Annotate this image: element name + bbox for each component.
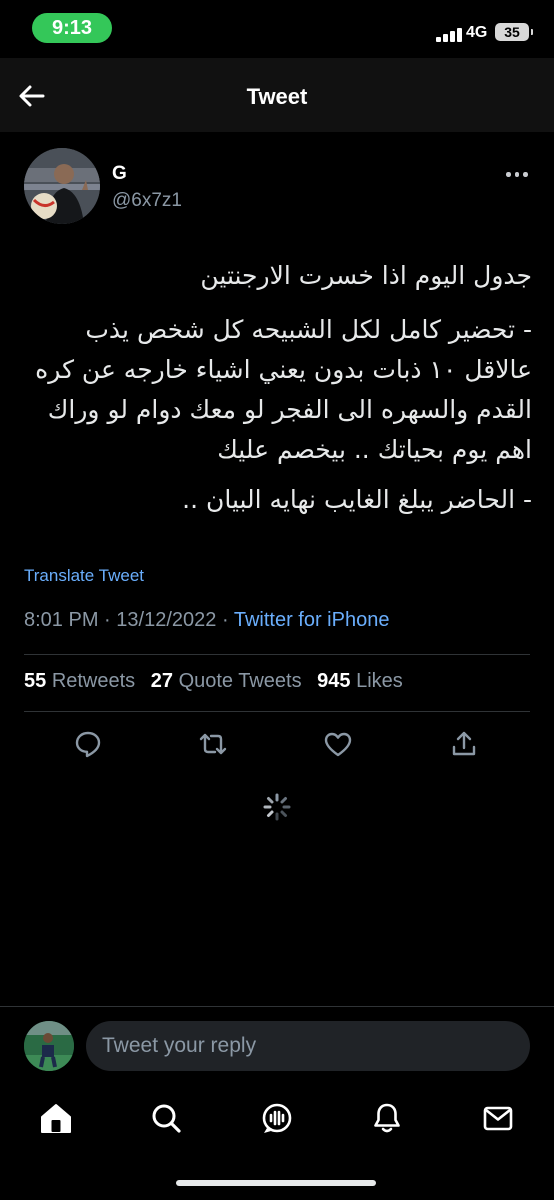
author-name[interactable]: G (112, 163, 127, 185)
status-time: 9:13 (32, 13, 112, 43)
messages-icon (483, 1106, 513, 1131)
meta-separator: · (104, 609, 111, 631)
retweet-icon (199, 733, 227, 755)
status-bar: 9:13 4G 35 (0, 0, 554, 58)
battery-level: 35 (504, 24, 520, 40)
battery-icon: 35 (495, 23, 533, 41)
divider (24, 654, 530, 655)
cellular-signal-icon (436, 26, 464, 42)
more-icon-dot (514, 172, 519, 177)
meta-separator: · (221, 609, 229, 631)
tab-notifications[interactable] (369, 1100, 405, 1136)
tweet-paragraph: - الحاضر يبلغ الغايب نهايه البيان .. (182, 485, 532, 514)
tweet-actions (0, 724, 554, 764)
reply-bar (0, 1006, 554, 1086)
quote-tweets-stat[interactable]: 27 Quote Tweets (151, 670, 302, 692)
page-title: Tweet (246, 84, 308, 109)
tweet-paragraph: - تحضير كامل لكل الشبيحه كل شخص يذب عالا… (35, 315, 532, 464)
quotes-label: Quote Tweets (178, 670, 302, 692)
likes-label: Likes (356, 670, 403, 692)
retweets-count: 55 (24, 670, 47, 692)
author-handle[interactable]: @6x7z1 (112, 190, 182, 212)
user-avatar-photo (24, 1021, 74, 1071)
like-icon (324, 732, 352, 757)
tweet-text: جدول اليوم اذا خسرت الارجنتين - تحضير كا… (22, 256, 532, 520)
tweet-meta: 8:01 PM · 13/12/2022 · Twitter for iPhon… (24, 609, 389, 632)
tweet-paragraph: جدول اليوم اذا خسرت الارجنتين (200, 261, 532, 290)
tweet-date: 13/12/2022 (116, 609, 217, 631)
home-icon (41, 1104, 71, 1133)
tweet-source-link[interactable]: Twitter for iPhone (234, 609, 390, 631)
reply-input[interactable] (86, 1021, 530, 1071)
more-options-button[interactable] (502, 162, 532, 186)
translate-tweet-link[interactable]: Translate Tweet (24, 566, 144, 586)
share-button[interactable] (448, 728, 480, 760)
retweet-button[interactable] (197, 728, 229, 760)
tab-search[interactable] (148, 1100, 184, 1136)
spaces-icon (262, 1103, 292, 1133)
network-type: 4G (466, 24, 488, 41)
share-icon (452, 731, 476, 756)
tweet-time: 8:01 PM (24, 609, 99, 631)
more-icon-dot (506, 172, 511, 177)
likes-count: 945 (317, 670, 351, 692)
notifications-icon (374, 1103, 400, 1133)
retweets-label: Retweets (51, 670, 136, 692)
tab-home[interactable] (38, 1100, 74, 1136)
reply-button[interactable] (72, 728, 104, 760)
home-indicator (176, 1180, 376, 1186)
tweet-stats: 55 Retweets 27 Quote Tweets 945 Likes (24, 670, 413, 693)
retweets-stat[interactable]: 55 Retweets (24, 670, 135, 692)
search-icon (152, 1104, 181, 1133)
user-avatar[interactable] (24, 1021, 74, 1071)
loading-spinner-icon (262, 792, 292, 822)
avatar-photo (24, 148, 100, 224)
nav-bar: Tweet (0, 58, 554, 132)
quotes-count: 27 (150, 670, 173, 692)
like-button[interactable] (322, 728, 354, 760)
tab-messages[interactable] (480, 1100, 516, 1136)
likes-stat[interactable]: 945 Likes (317, 670, 403, 692)
reply-icon (75, 731, 101, 758)
tab-spaces[interactable] (259, 1100, 295, 1136)
more-icon-dot (523, 172, 528, 177)
divider (24, 711, 530, 712)
author-avatar[interactable] (24, 148, 100, 224)
